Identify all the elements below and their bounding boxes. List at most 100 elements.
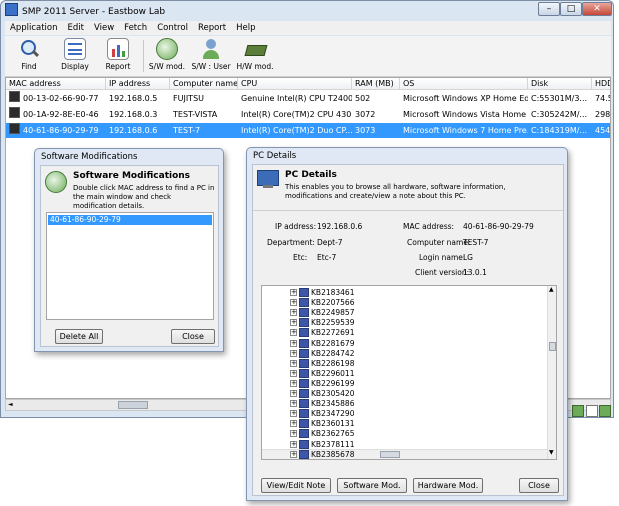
expand-icon[interactable]: +	[290, 400, 297, 408]
software-mod-button[interactable]: S/W mod.	[147, 38, 187, 71]
report-button[interactable]: Report	[98, 38, 138, 71]
tree-node[interactable]: + KB2347290	[262, 409, 542, 419]
tree-node[interactable]: + KB2378111	[262, 439, 542, 450]
status-monitor-icon	[586, 405, 598, 417]
ip-label: IP address:	[275, 222, 317, 231]
maximize-button[interactable]: □	[560, 2, 582, 16]
computer-icon	[257, 170, 281, 192]
update-package-icon	[299, 449, 309, 459]
scroll-thumb[interactable]	[118, 401, 148, 409]
tree-node[interactable]: + KB2385678	[262, 449, 542, 459]
menu-view[interactable]: View	[89, 21, 119, 35]
col-header-mac[interactable]: MAC address	[6, 78, 106, 90]
tree-node[interactable]: + KB2259539	[262, 318, 542, 328]
software-tree[interactable]: ▲ ▼ + KB2183461 + KB2207566 + KB2249857 + KB225…	[261, 285, 557, 460]
expand-icon[interactable]: +	[290, 410, 297, 418]
dialog-heading: PC Details	[285, 170, 337, 180]
tree-node[interactable]: + KB2249857	[262, 308, 542, 318]
tree-node[interactable]: + KB2281679	[262, 338, 542, 349]
col-header-cpu[interactable]: CPU	[238, 78, 352, 90]
tree-node-label: KB2183461	[311, 288, 355, 297]
minimize-button[interactable]: –	[538, 2, 560, 16]
tree-node[interactable]: + KB2305420	[262, 389, 542, 399]
tree-node[interactable]: + KB2296199	[262, 378, 542, 389]
col-header-disk[interactable]: Disk	[528, 78, 592, 90]
scroll-down-arrow-icon[interactable]: ▼	[549, 449, 554, 456]
cell-mac: 40-61-86-90-29-79	[6, 123, 106, 138]
pc-details-dialog: PC Details PC Details This enables you t…	[246, 147, 568, 501]
expand-icon[interactable]: +	[290, 359, 297, 367]
menu-application[interactable]: Application	[5, 21, 63, 35]
col-header-ram[interactable]: RAM (MB)	[352, 78, 400, 90]
expand-icon[interactable]: +	[290, 309, 297, 317]
menu-control[interactable]: Control	[152, 21, 193, 35]
client-version-label: Client version:	[415, 268, 470, 277]
menu-report[interactable]: Report	[193, 21, 231, 35]
tree-node[interactable]: + KB2360131	[262, 419, 542, 429]
find-button[interactable]: Find	[9, 38, 49, 71]
expand-icon[interactable]: +	[290, 430, 297, 438]
table-row[interactable]: 00-13-02-66-90-77 192.168.0.5 FUJITSU Ge…	[6, 91, 610, 106]
dialog-title: Software Modifications	[41, 152, 138, 162]
delete-all-button[interactable]: Delete All	[55, 329, 103, 344]
expand-icon[interactable]: +	[290, 289, 297, 296]
col-header-computer-name[interactable]: Computer name	[170, 78, 238, 90]
software-user-button[interactable]: S/W : User	[191, 38, 231, 71]
tree-node[interactable]: + KB2296011	[262, 368, 542, 379]
table-row-selected[interactable]: 40-61-86-90-29-79 192.168.0.6 TEST-7 Int…	[6, 123, 610, 138]
tree-node[interactable]: + KB2272691	[262, 328, 542, 338]
scroll-up-arrow-icon[interactable]: ▲	[549, 286, 554, 293]
expand-icon[interactable]: +	[290, 299, 297, 307]
mac-list[interactable]: 40-61-86-90-29-79	[46, 212, 214, 320]
tree-node[interactable]: + KB2207566	[262, 298, 542, 308]
dialog-body: Software Modifications Double click MAC …	[40, 165, 219, 347]
scroll-thumb[interactable]	[549, 342, 556, 351]
display-icon	[64, 38, 86, 60]
menu-help[interactable]: Help	[231, 21, 260, 35]
update-package-icon	[299, 298, 309, 308]
tree-node-label: KB2385678	[311, 449, 355, 459]
list-item[interactable]: 40-61-86-90-29-79	[48, 215, 212, 225]
tree-node[interactable]: + KB2345886	[262, 399, 542, 409]
software-mod-button[interactable]: Software Mod.	[337, 478, 407, 493]
close-button[interactable]: Close	[171, 329, 215, 344]
display-button[interactable]: Display	[55, 38, 95, 71]
cell-computer-name: TEST-VISTA	[173, 110, 218, 119]
close-window-button[interactable]: ✕	[582, 2, 612, 16]
hardware-mod-button[interactable]: Hardware Mod.	[413, 478, 483, 493]
col-header-hdd[interactable]: HDD	[592, 78, 610, 90]
expand-icon[interactable]: +	[290, 319, 297, 327]
tree-node[interactable]: + KB2362765	[262, 429, 542, 439]
dialog-heading: Software Modifications	[73, 171, 191, 181]
tree-node[interactable]: + KB2183461	[262, 288, 542, 298]
tree-node-label: KB2249857	[311, 308, 355, 318]
col-header-os[interactable]: OS	[400, 78, 528, 90]
menu-fetch[interactable]: Fetch	[119, 21, 152, 35]
table-row[interactable]: 00-1A-92-8E-E0-46 192.168.0.3 TEST-VISTA…	[6, 107, 610, 122]
dialog-description: This enables you to browse all hardware,…	[285, 183, 506, 200]
view-edit-note-button[interactable]: View/Edit Note	[261, 478, 331, 493]
tree-node-label: KB2296199	[311, 378, 355, 388]
expand-icon[interactable]: +	[290, 329, 297, 337]
tree-node[interactable]: + KB2286198	[262, 358, 542, 369]
expand-icon[interactable]: +	[290, 450, 297, 458]
tree-vertical-scrollbar[interactable]: ▲ ▼	[547, 286, 556, 459]
close-button[interactable]: Close	[519, 478, 559, 493]
col-header-ip[interactable]: IP address	[106, 78, 170, 90]
tree-node-label: KB2362765	[311, 429, 355, 439]
tree-node[interactable]: + KB2284742	[262, 348, 542, 359]
hardware-mod-button[interactable]: H/W mod.	[235, 38, 275, 71]
scroll-left-arrow-icon[interactable]: ◄	[8, 401, 16, 409]
expand-icon[interactable]: +	[290, 369, 297, 377]
cell-cpu: Intel(R) Core(TM)2 Duo CP...	[241, 126, 352, 135]
expand-icon[interactable]: +	[290, 420, 297, 428]
cell-ip: 192.168.0.6	[109, 126, 158, 135]
expand-icon[interactable]: +	[290, 440, 297, 448]
expand-icon[interactable]: +	[290, 339, 297, 347]
tree-node-label: KB2284742	[311, 348, 355, 358]
expand-icon[interactable]: +	[290, 379, 297, 387]
menu-edit[interactable]: Edit	[63, 21, 89, 35]
expand-icon[interactable]: +	[290, 390, 297, 397]
expand-icon[interactable]: +	[290, 349, 297, 357]
update-package-icon	[299, 439, 309, 449]
